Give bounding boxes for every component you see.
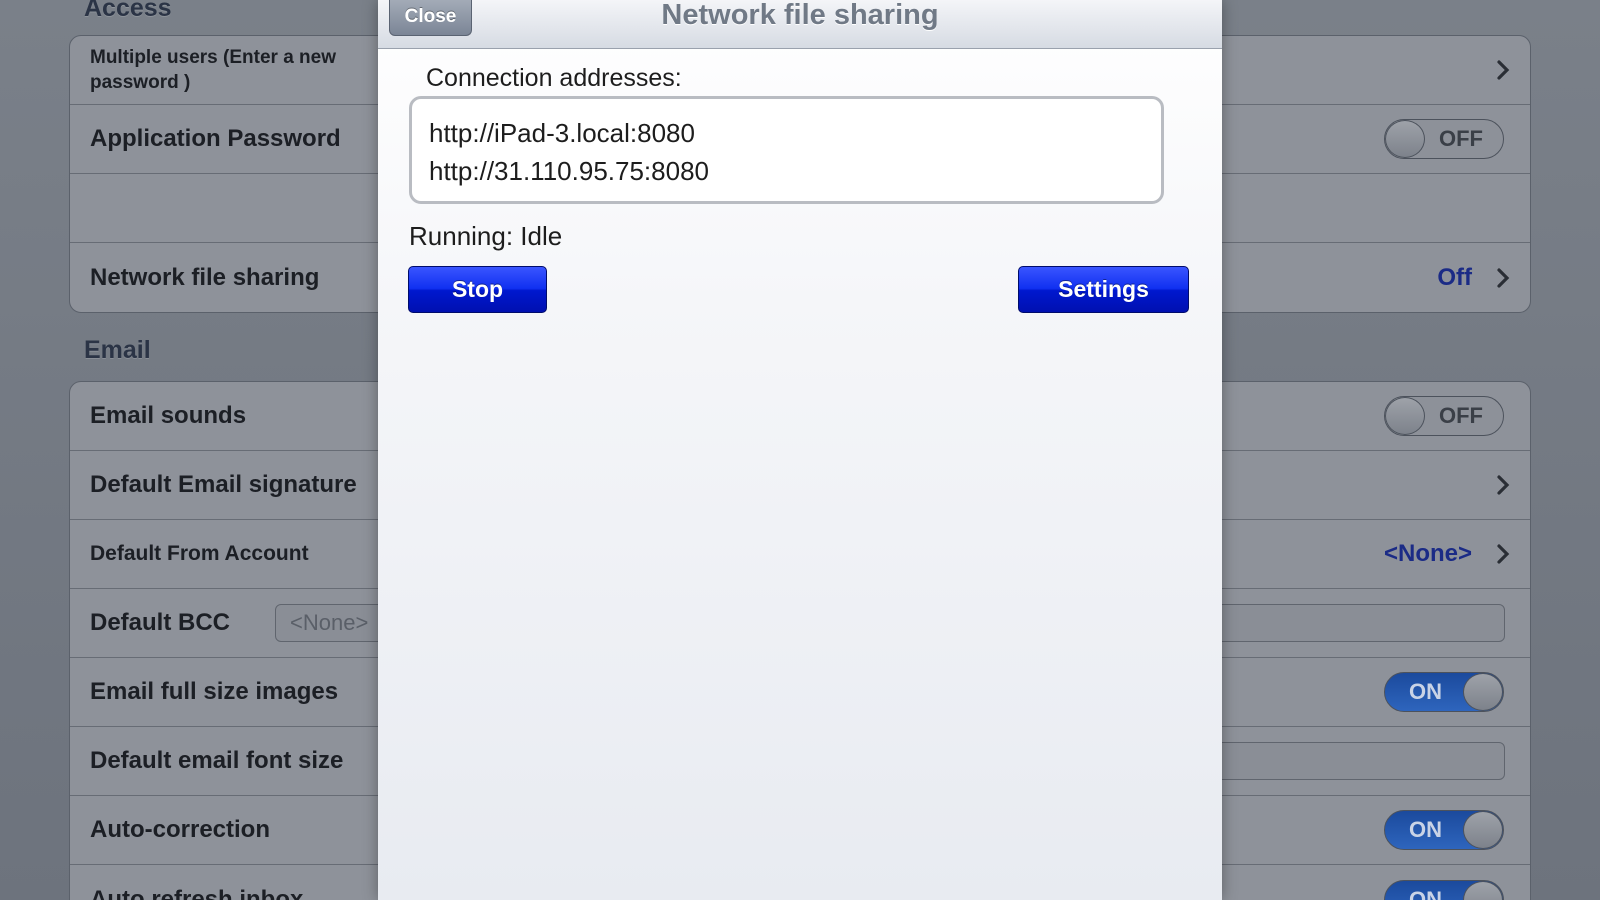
section-title-access: Access [84, 0, 172, 22]
email-sounds-toggle[interactable]: OFF [1384, 396, 1504, 436]
status-text: Running: Idle [409, 221, 563, 251]
row-label: Application Password [90, 125, 341, 152]
toggle-state: OFF [1439, 403, 1483, 428]
auto-correction-toggle[interactable]: ON [1384, 810, 1504, 850]
toggle-state: OFF [1439, 126, 1483, 151]
row-value: <None> [1383, 540, 1472, 567]
application-password-toggle[interactable]: OFF [1384, 119, 1504, 159]
modal-navigation-bar: Network file sharing Close [378, 0, 1222, 49]
row-value: Off [1437, 263, 1472, 291]
toggle-state: ON [1409, 886, 1442, 900]
toggle-state: ON [1409, 679, 1442, 704]
auto-refresh-inbox-toggle[interactable]: ON [1384, 879, 1504, 900]
connection-addresses-label: Connection addresses: [426, 64, 682, 92]
section-title-email: Email [84, 336, 151, 364]
connection-addresses-box[interactable]: http://iPad-3.local:8080 http://31.110.9… [409, 96, 1164, 204]
network-file-sharing-modal: Network file sharing Close Connection ad… [378, 0, 1222, 900]
row-label: Default email font size [90, 747, 344, 774]
email-full-size-images-toggle[interactable]: ON [1384, 672, 1504, 712]
row-label: Default From Account [90, 542, 309, 565]
row-label: Email full size images [90, 678, 339, 705]
toggle-knob [1463, 673, 1503, 711]
toggle-knob [1385, 120, 1425, 158]
close-button[interactable]: Close [389, 0, 472, 36]
toggle-knob [1385, 397, 1425, 435]
toggle-state: ON [1409, 817, 1442, 842]
chevron-right-icon [1497, 267, 1510, 288]
row-label: Default BCC [90, 609, 231, 636]
address-ip: http://31.110.95.75:8080 [429, 156, 709, 186]
chevron-right-icon [1497, 544, 1510, 564]
row-label: Auto refresh inbox [90, 885, 304, 900]
settings-button[interactable]: Settings [1018, 266, 1189, 313]
toggle-knob [1463, 811, 1503, 849]
chevron-right-icon [1497, 475, 1510, 495]
modal-title: Network file sharing [661, 0, 939, 31]
stop-button[interactable]: Stop [408, 266, 547, 313]
row-label: Email sounds [90, 402, 247, 429]
address-local: http://iPad-3.local:8080 [429, 118, 695, 148]
row-label: Default Email signature [90, 471, 357, 498]
row-label: Network file sharing [90, 263, 320, 291]
row-label: Auto-correction [90, 816, 270, 843]
row-label: Multiple users (Enter a new password ) [90, 47, 336, 93]
chevron-right-icon [1497, 60, 1510, 80]
toggle-knob [1463, 880, 1503, 900]
